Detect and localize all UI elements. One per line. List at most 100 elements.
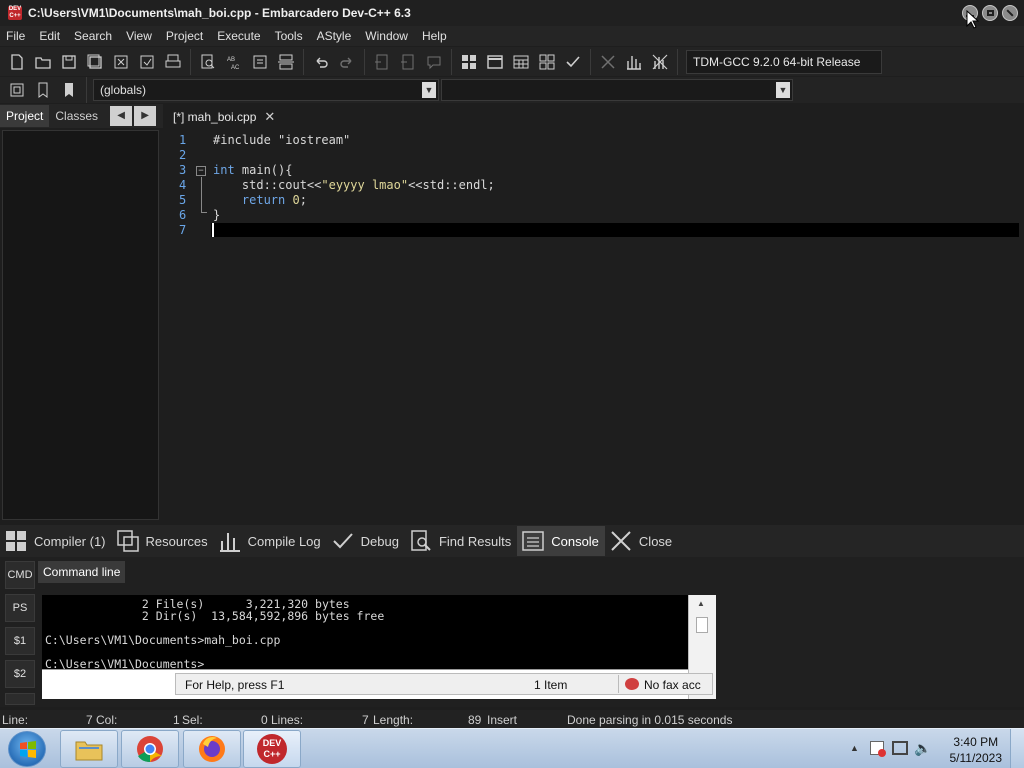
tab-compile-log[interactable]: Compile Log [214,526,327,556]
status-length-value: 89 [468,713,482,727]
tab-find-results[interactable]: Find Results [405,526,517,556]
stop-execution-icon[interactable] [595,50,621,74]
secondary-toolbar: (globals) ▼ ▼ [0,77,1024,103]
scroll-up-icon[interactable]: ▲ [697,599,705,608]
fold-line [201,177,202,212]
windows-logo-icon [20,741,36,758]
indent-icon[interactable] [369,50,395,74]
tab-command-line[interactable]: Command line [38,561,126,583]
code-line-1: #include "iostream" [213,133,351,147]
explorer-taskbar-button[interactable] [60,730,118,768]
chevron-down-icon[interactable]: ▼ [776,82,790,98]
tab-label: Console [551,533,599,549]
goto-line-icon[interactable] [247,50,273,74]
shell-2-button[interactable]: $2 [5,660,35,688]
menu-astyle[interactable]: AStyle [313,29,356,43]
profile-icon[interactable] [621,50,647,74]
number-literal: 0 [285,193,300,207]
console-icon [522,531,544,551]
close-all-icon[interactable] [134,50,160,74]
show-desktop-button[interactable] [1010,729,1024,768]
scope-combo[interactable]: (globals) ▼ [93,79,439,101]
close-icon[interactable]: ✕ [264,109,275,125]
fold-collapse-icon[interactable]: − [196,166,206,176]
console-output[interactable]: 2 File(s) 3,221,320 bytes 2 Dir(s) 13,58… [42,595,688,670]
start-button[interactable] [8,731,46,767]
find-icon[interactable] [195,50,221,74]
chevron-right-icon[interactable]: ▶ [134,106,157,126]
menu-file[interactable]: File [2,29,29,43]
compile-run-icon[interactable] [508,50,534,74]
menu-project[interactable]: Project [162,29,207,43]
line-number: 6 [179,208,187,222]
firefox-taskbar-button[interactable] [183,730,241,768]
tab-mah-boi-cpp[interactable]: [*] mah_boi.cpp ✕ [167,106,281,128]
compiler-select[interactable]: TDM-GCC 9.2.0 64-bit Release [686,49,882,74]
save-icon[interactable] [56,50,82,74]
status-line-label: Line: [2,713,29,727]
menu-help[interactable]: Help [418,29,451,43]
network-icon[interactable] [892,741,908,755]
status-lines-label: Lines: [271,713,304,727]
show-hidden-icons-icon[interactable]: ▲ [850,743,859,753]
editor-tab-label: [*] mah_boi.cpp [173,110,257,124]
function-combo[interactable]: ▼ [441,79,793,101]
rebuild-all-icon[interactable] [534,50,560,74]
devcpp-taskbar-button[interactable]: DEV C++ [243,730,301,768]
menu-search[interactable]: Search [70,29,116,43]
tab-resources[interactable]: Resources [112,526,214,556]
devcpp-app-icon[interactable]: DEV C++ [8,6,22,20]
tab-console[interactable]: Console [517,526,605,556]
tab-classes[interactable]: Classes [49,105,104,127]
open-folder-icon[interactable] [30,50,56,74]
project-tree[interactable] [2,130,159,520]
tab-compiler[interactable]: Compiler (1) [0,526,112,556]
chevron-down-icon[interactable]: ▼ [422,82,436,98]
goto-bookmark-icon[interactable] [56,78,82,102]
menu-execute[interactable]: Execute [213,29,264,43]
scrollbar-thumb[interactable] [696,617,708,633]
code-editor[interactable]: 1 2 3 4 5 6 7 − #include "iostream" int … [163,130,1024,520]
powershell-button[interactable]: PS [5,594,35,622]
toggle-bookmark-icon[interactable] [30,78,56,102]
compile-icon[interactable] [456,50,482,74]
menu-tools[interactable]: Tools [271,29,307,43]
volume-icon[interactable]: 🔈 [914,740,931,757]
restore-button[interactable] [982,5,998,21]
tab-label: Find Results [438,533,512,549]
tab-project[interactable]: Project [0,105,50,127]
line-number: 5 [179,193,187,207]
replace-icon[interactable]: AB AC [221,50,247,74]
syntax-check-icon[interactable] [560,50,586,74]
close-window-button[interactable] [1002,5,1018,21]
delete-profile-icon[interactable] [647,50,673,74]
cmd-button[interactable]: CMD [5,561,35,589]
chevron-left-icon[interactable]: ◀ [110,106,133,126]
undo-icon[interactable] [308,50,334,74]
shell-3-button[interactable] [5,693,35,705]
tab-debug[interactable]: Debug [327,526,405,556]
code-line-6: } [213,208,221,222]
print-icon[interactable] [160,50,186,74]
close-file-icon[interactable] [108,50,134,74]
title-bar: DEV C++ C:\Users\VM1\Documents\mah_boi.cp… [0,0,1024,26]
save-all-icon[interactable] [82,50,108,74]
tab-label: Debug [360,533,399,549]
shell-1-button[interactable]: $1 [5,627,35,655]
bar-chart-icon [219,533,240,552]
firefox-icon [199,736,225,762]
comment-icon[interactable] [421,50,447,74]
menu-edit[interactable]: Edit [35,29,64,43]
chrome-taskbar-button[interactable] [121,730,179,768]
taskbar-clock[interactable]: 3:40 PM 5/11/2023 [950,734,1003,766]
tab-close[interactable]: Close [605,526,678,556]
redo-icon[interactable] [334,50,360,74]
split-view-icon[interactable] [273,50,299,74]
new-file-icon[interactable] [4,50,30,74]
run-icon[interactable] [482,50,508,74]
menu-view[interactable]: View [122,29,156,43]
unindent-icon[interactable] [395,50,421,74]
menu-window[interactable]: Window [361,29,412,43]
action-center-icon[interactable] [870,741,886,757]
insert-code-icon[interactable] [4,78,30,102]
